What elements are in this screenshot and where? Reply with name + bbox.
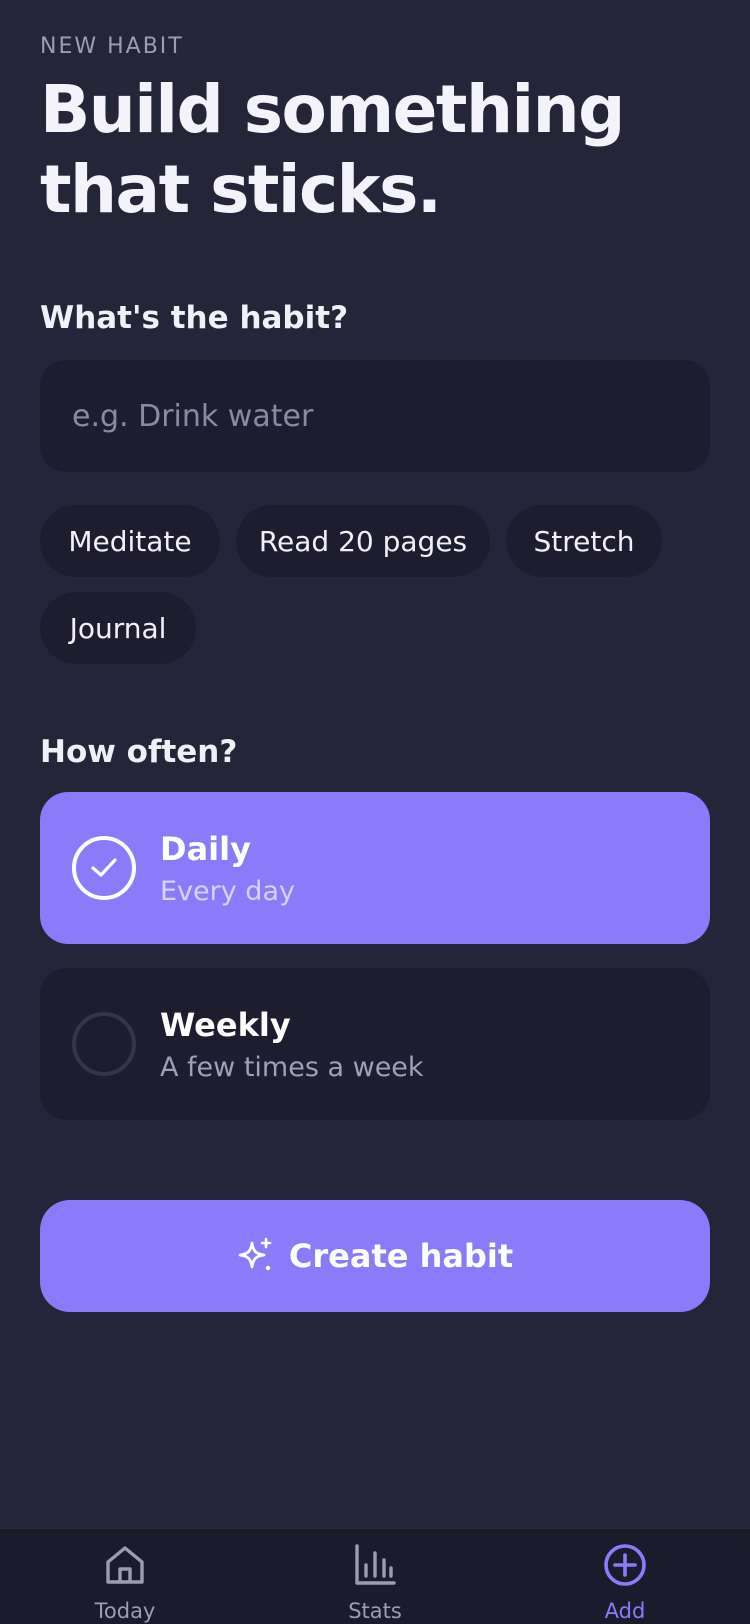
plus-circle-icon <box>604 1544 646 1586</box>
bar-chart-icon <box>355 1544 396 1585</box>
create-habit-button[interactable]: Create habit <box>40 1200 710 1312</box>
option-title: Daily <box>160 830 251 868</box>
home-icon <box>106 1546 144 1584</box>
tab-today[interactable]: Today <box>0 1529 250 1624</box>
suggestion-chip-stretch[interactable]: Stretch <box>506 505 662 577</box>
new-habit-screen: NEW HABIT Build something that sticks. W… <box>0 0 750 1624</box>
habit-section-label: What's the habit? <box>40 300 349 336</box>
frequency-section-label: How often? <box>40 734 238 770</box>
tab-stats[interactable]: Stats <box>250 1529 500 1624</box>
page-title: Build something that sticks. <box>40 71 625 228</box>
eyebrow-label: NEW HABIT <box>40 34 184 59</box>
suggestion-chip-meditate[interactable]: Meditate <box>40 505 220 577</box>
option-subtitle: Every day <box>160 876 295 907</box>
suggestion-chip-read[interactable]: Read 20 pages <box>236 505 490 577</box>
sparkle-icon <box>238 1237 272 1271</box>
check-icon <box>91 858 117 877</box>
create-habit-label: Create habit <box>288 1237 514 1275</box>
option-subtitle: A few times a week <box>160 1052 424 1083</box>
frequency-option-weekly[interactable]: Weekly A few times a week <box>40 968 710 1120</box>
tab-label: Stats <box>348 1599 402 1623</box>
tab-label: Add <box>604 1599 646 1623</box>
radio-checked <box>72 836 136 900</box>
tab-add[interactable]: Add <box>500 1529 750 1624</box>
bottom-tab-bar: Today Stats Add <box>0 1528 750 1624</box>
suggestion-chip-journal[interactable]: Journal <box>40 592 196 664</box>
frequency-option-daily[interactable]: Daily Every day <box>40 792 710 944</box>
habit-name-input[interactable] <box>40 360 710 472</box>
option-title: Weekly <box>160 1006 291 1044</box>
radio-unchecked <box>72 1012 136 1076</box>
tab-label: Today <box>94 1599 156 1623</box>
